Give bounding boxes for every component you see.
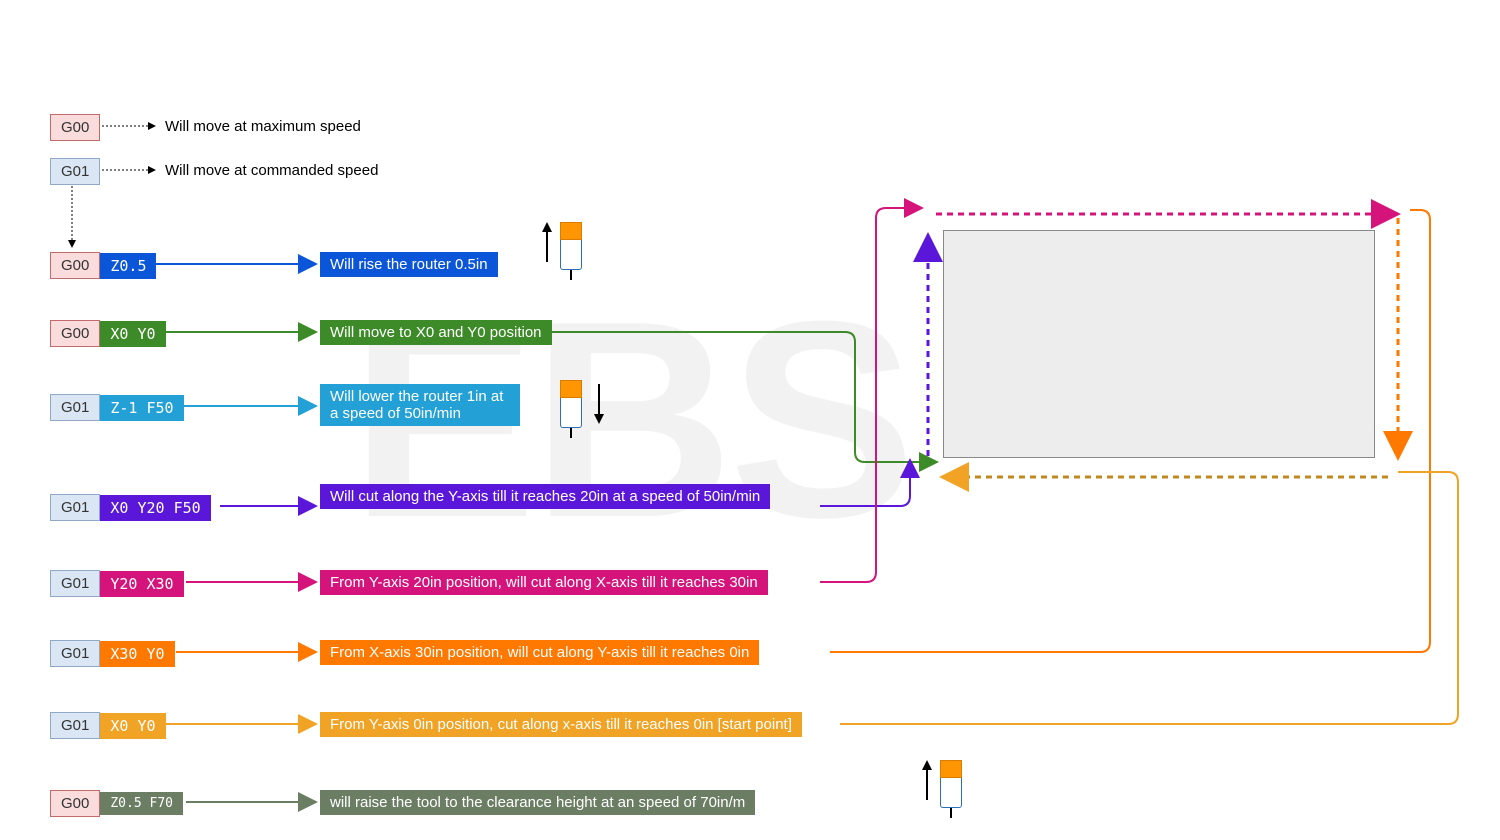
desc-7: will raise the tool to the clearance hei… bbox=[320, 790, 755, 815]
code-row-1: G00 X0 Y0 bbox=[50, 320, 166, 347]
arrow-up-icon-1 bbox=[540, 222, 554, 262]
gcode-0: G00 bbox=[50, 252, 100, 279]
gcode-3: G01 bbox=[50, 494, 100, 521]
legend-g01-row: G01 bbox=[50, 158, 100, 185]
legend-g00-row: G00 bbox=[50, 114, 100, 141]
desc-6: From Y-axis 0in position, cut along x-ax… bbox=[320, 712, 802, 737]
router-icon-up-2 bbox=[940, 760, 962, 818]
param-2: Z-1 F50 bbox=[100, 395, 183, 421]
gcode-6: G01 bbox=[50, 712, 100, 739]
desc-0: Will rise the router 0.5in bbox=[320, 252, 498, 277]
gcode-1: G00 bbox=[50, 320, 100, 347]
router-icon-down bbox=[560, 380, 582, 438]
legend-g00-code: G00 bbox=[50, 114, 100, 141]
param-6: X0 Y0 bbox=[100, 713, 165, 739]
desc-5: From X-axis 30in position, will cut alon… bbox=[320, 640, 759, 665]
legend-g00-text: Will move at maximum speed bbox=[165, 118, 361, 135]
desc-3: Will cut along the Y-axis till it reache… bbox=[320, 484, 770, 509]
arrow-down-icon bbox=[592, 384, 606, 424]
gcode-2: G01 bbox=[50, 394, 100, 421]
gcode-7: G00 bbox=[50, 790, 100, 817]
desc-4: From Y-axis 20in position, will cut alon… bbox=[320, 570, 768, 595]
code-row-0: G00 Z0.5 bbox=[50, 252, 156, 279]
param-0: Z0.5 bbox=[100, 253, 156, 279]
gcode-5: G01 bbox=[50, 640, 100, 667]
toolpath-canvas bbox=[943, 230, 1375, 458]
code-row-5: G01 X30 Y0 bbox=[50, 640, 175, 667]
param-4: Y20 X30 bbox=[100, 571, 183, 597]
param-1: X0 Y0 bbox=[100, 321, 165, 347]
router-icon-up-1 bbox=[560, 222, 582, 280]
code-row-3: G01 X0 Y20 F50 bbox=[50, 494, 211, 521]
param-5: X30 Y0 bbox=[100, 641, 174, 667]
code-row-4: G01 Y20 X30 bbox=[50, 570, 184, 597]
legend-g01-code: G01 bbox=[50, 158, 100, 185]
code-row-7: G00 Z0.5 F70 bbox=[50, 790, 183, 817]
param-3: X0 Y20 F50 bbox=[100, 495, 210, 521]
desc-2: Will lower the router 1in at a speed of … bbox=[320, 384, 520, 426]
desc-1: Will move to X0 and Y0 position bbox=[320, 320, 552, 345]
legend-g01-text: Will move at commanded speed bbox=[165, 162, 378, 179]
code-row-6: G01 X0 Y0 bbox=[50, 712, 166, 739]
gcode-4: G01 bbox=[50, 570, 100, 597]
code-row-2: G01 Z-1 F50 bbox=[50, 394, 184, 421]
param-7: Z0.5 F70 bbox=[100, 792, 183, 815]
arrow-up-icon-2 bbox=[920, 760, 934, 800]
